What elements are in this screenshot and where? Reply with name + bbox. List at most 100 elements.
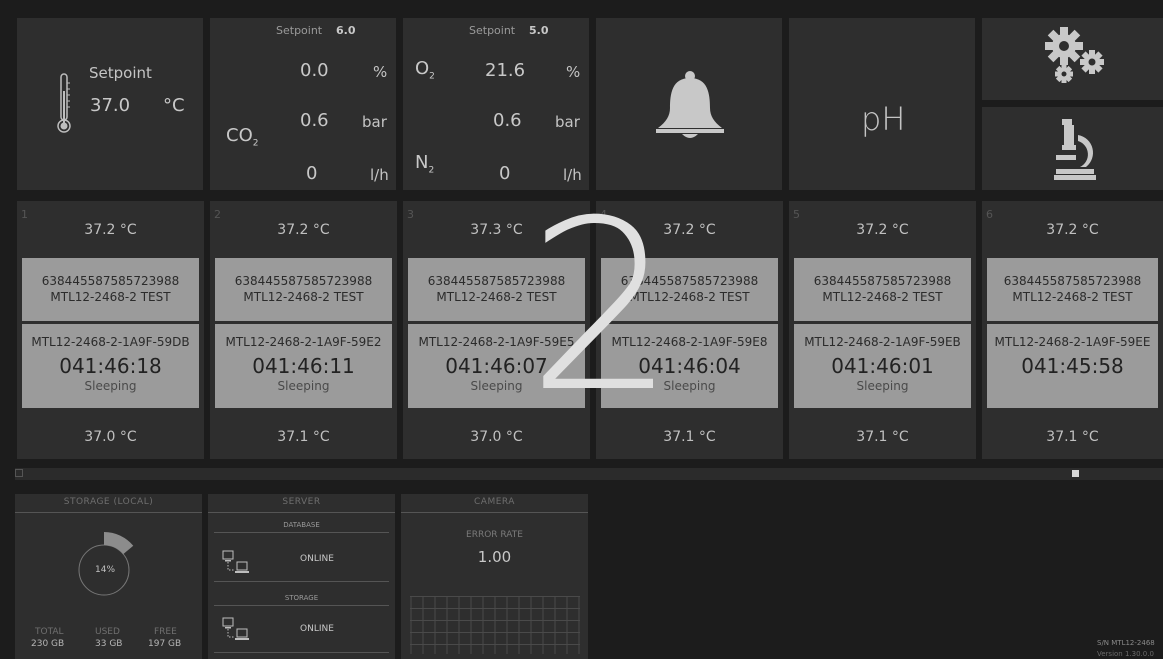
- ph-label: pH: [861, 100, 906, 138]
- storage-usage-ring: [68, 524, 148, 604]
- settings-tile[interactable]: [982, 18, 1163, 100]
- error-rate-label: ERROR RATE: [466, 530, 523, 540]
- storage-total-label: TOTAL: [35, 627, 64, 637]
- o2-setpoint-value: 5.0: [529, 24, 549, 37]
- scrollbar-track[interactable]: [15, 468, 1163, 480]
- database-status: ONLINE: [300, 554, 334, 564]
- microscope-tile[interactable]: [982, 107, 1163, 190]
- slot-temp-top: 37.2 °C: [1046, 222, 1099, 238]
- slot-index: 2: [214, 208, 221, 221]
- setpoint-label: Setpoint: [89, 64, 152, 82]
- camera-panel: CAMERA ERROR RATE 1.00: [401, 494, 588, 659]
- co2-pressure: 0.6: [300, 110, 329, 131]
- co2-pressure-unit: bar: [362, 113, 387, 131]
- slot-status-box[interactable]: MTL12-2468-2-1A9F-59E2 041:46:11 Sleepin…: [215, 324, 392, 408]
- slot-barcode-box[interactable]: 638445587585723988 MTL12-2468-2 TEST: [215, 258, 392, 321]
- slot-temp-bottom: 37.1 °C: [1046, 429, 1099, 445]
- storage-panel: STORAGE (LOCAL) 14% TOTAL 230 GB USED 33…: [15, 494, 202, 659]
- slot-id: MTL12-2468-2-1A9F-59E2: [225, 335, 382, 349]
- temperature-setpoint-value: 37.0: [90, 95, 131, 116]
- slot-card[interactable]: 5 37.2 °C 638445587585723988 MTL12-2468-…: [789, 201, 976, 459]
- co2-tile[interactable]: Setpoint 6.0 CO2 0.0 % 0.6 bar 0 l/h: [210, 18, 396, 190]
- divider: [214, 532, 389, 533]
- slot-barcode: 638445587585723988: [234, 274, 373, 288]
- storage-server-status: ONLINE: [300, 624, 334, 634]
- slot-temp-top: 37.2 °C: [856, 222, 909, 238]
- serial-number: S/N MTL12-2468: [1097, 639, 1155, 647]
- slot-temp-bottom: 37.1 °C: [277, 429, 330, 445]
- slot-elapsed-time: 041:46:11: [252, 354, 355, 378]
- scroll-thumb[interactable]: [1072, 470, 1079, 477]
- slot-status-box[interactable]: MTL12-2468-2-1A9F-59EE 041:45:58: [987, 324, 1158, 408]
- o2-concentration: 21.6: [485, 60, 526, 81]
- divider: [401, 512, 588, 513]
- storage-used-label: USED: [95, 627, 120, 637]
- server-panel: SERVER DATABASE ONLINE STORAGE ONLINE: [208, 494, 395, 659]
- slot-index: 3: [407, 208, 414, 221]
- software-version: Version 1.30.0.0: [1097, 650, 1154, 658]
- slot-id: MTL12-2468-2-1A9F-59EE: [994, 335, 1151, 349]
- slot-index: 6: [986, 208, 993, 221]
- co2-setpoint-value: 6.0: [336, 24, 356, 37]
- slot-id: MTL12-2468-2-1A9F-59EB: [804, 335, 961, 349]
- slot-state: Sleeping: [856, 379, 909, 393]
- n2-gas-label: N2: [415, 152, 435, 176]
- slot-state: Sleeping: [277, 379, 330, 393]
- divider: [214, 605, 389, 606]
- divider: [214, 581, 389, 582]
- co2-gas-label: CO2: [226, 125, 259, 149]
- alarm-tile[interactable]: [596, 18, 782, 190]
- o2-tile[interactable]: Setpoint 5.0 O2 N2 21.6 % 0.6 bar 0 l/h: [403, 18, 589, 190]
- o2-pressure-unit: bar: [555, 113, 580, 131]
- slot-description: MTL12-2468-2 TEST: [243, 290, 364, 304]
- database-label: DATABASE: [283, 521, 320, 529]
- slot-barcode-box[interactable]: 638445587585723988 MTL12-2468-2 TEST: [22, 258, 199, 321]
- error-rate-grid: [410, 596, 580, 654]
- o2-gas-label: O2: [415, 58, 435, 82]
- slot-index: 1: [21, 208, 28, 221]
- storage-free-label: FREE: [154, 627, 177, 637]
- o2-setpoint-label: Setpoint: [469, 24, 516, 37]
- camera-title: CAMERA: [474, 497, 515, 507]
- slot-barcode: 638445587585723988: [813, 274, 952, 288]
- slot-card[interactable]: 6 37.2 °C 638445587585723988 MTL12-2468-…: [982, 201, 1163, 459]
- storage-server-label: STORAGE: [284, 594, 319, 602]
- o2-flow: 0: [499, 163, 511, 184]
- slot-group-number: 2: [527, 171, 677, 444]
- storage-free-value: 197 GB: [148, 639, 182, 649]
- slot-barcode: 638445587585723988: [41, 274, 180, 288]
- storage-total-value: 230 GB: [31, 639, 65, 649]
- bell-icon: [652, 70, 728, 140]
- slot-status-box[interactable]: MTL12-2468-2-1A9F-59EB 041:46:01 Sleepin…: [794, 324, 971, 408]
- slot-card[interactable]: 1 37.2 °C 638445587585723988 MTL12-2468-…: [17, 201, 204, 459]
- divider: [15, 512, 202, 513]
- temperature-unit: °C: [163, 95, 185, 116]
- o2-pressure: 0.6: [493, 110, 522, 131]
- slot-temp-top: 37.2 °C: [277, 222, 330, 238]
- network-icon: [222, 617, 252, 641]
- storage-title: STORAGE (LOCAL): [63, 497, 154, 507]
- slot-temp-bottom: 37.0 °C: [84, 429, 137, 445]
- gears-icon: [1040, 24, 1110, 90]
- scroll-left-handle[interactable]: [15, 469, 23, 477]
- slot-index: 5: [793, 208, 800, 221]
- co2-concentration-unit: %: [373, 63, 388, 81]
- storage-used-value: 33 GB: [95, 639, 123, 649]
- slot-barcode-box[interactable]: 638445587585723988 MTL12-2468-2 TEST: [794, 258, 971, 321]
- slot-temp-top: 37.2 °C: [84, 222, 137, 238]
- slot-status-box[interactable]: MTL12-2468-2-1A9F-59DB 041:46:18 Sleepin…: [22, 324, 199, 408]
- slot-description: MTL12-2468-2 TEST: [50, 290, 171, 304]
- thermometer-icon: [57, 73, 71, 135]
- divider: [208, 512, 395, 513]
- slot-elapsed-time: 041:46:01: [831, 354, 934, 378]
- slot-state: Sleeping: [84, 379, 137, 393]
- ph-tile[interactable]: pH: [789, 18, 975, 190]
- slot-barcode: 638445587585723988: [1003, 274, 1142, 288]
- temperature-tile[interactable]: Setpoint 37.0 °C: [17, 18, 203, 190]
- co2-flow-unit: l/h: [370, 166, 389, 184]
- slot-temp-bottom: 37.1 °C: [856, 429, 909, 445]
- error-rate-value: 1.00: [477, 548, 512, 566]
- slot-card[interactable]: 2 37.2 °C 638445587585723988 MTL12-2468-…: [210, 201, 397, 459]
- divider: [214, 652, 389, 653]
- slot-barcode-box[interactable]: 638445587585723988 MTL12-2468-2 TEST: [987, 258, 1158, 321]
